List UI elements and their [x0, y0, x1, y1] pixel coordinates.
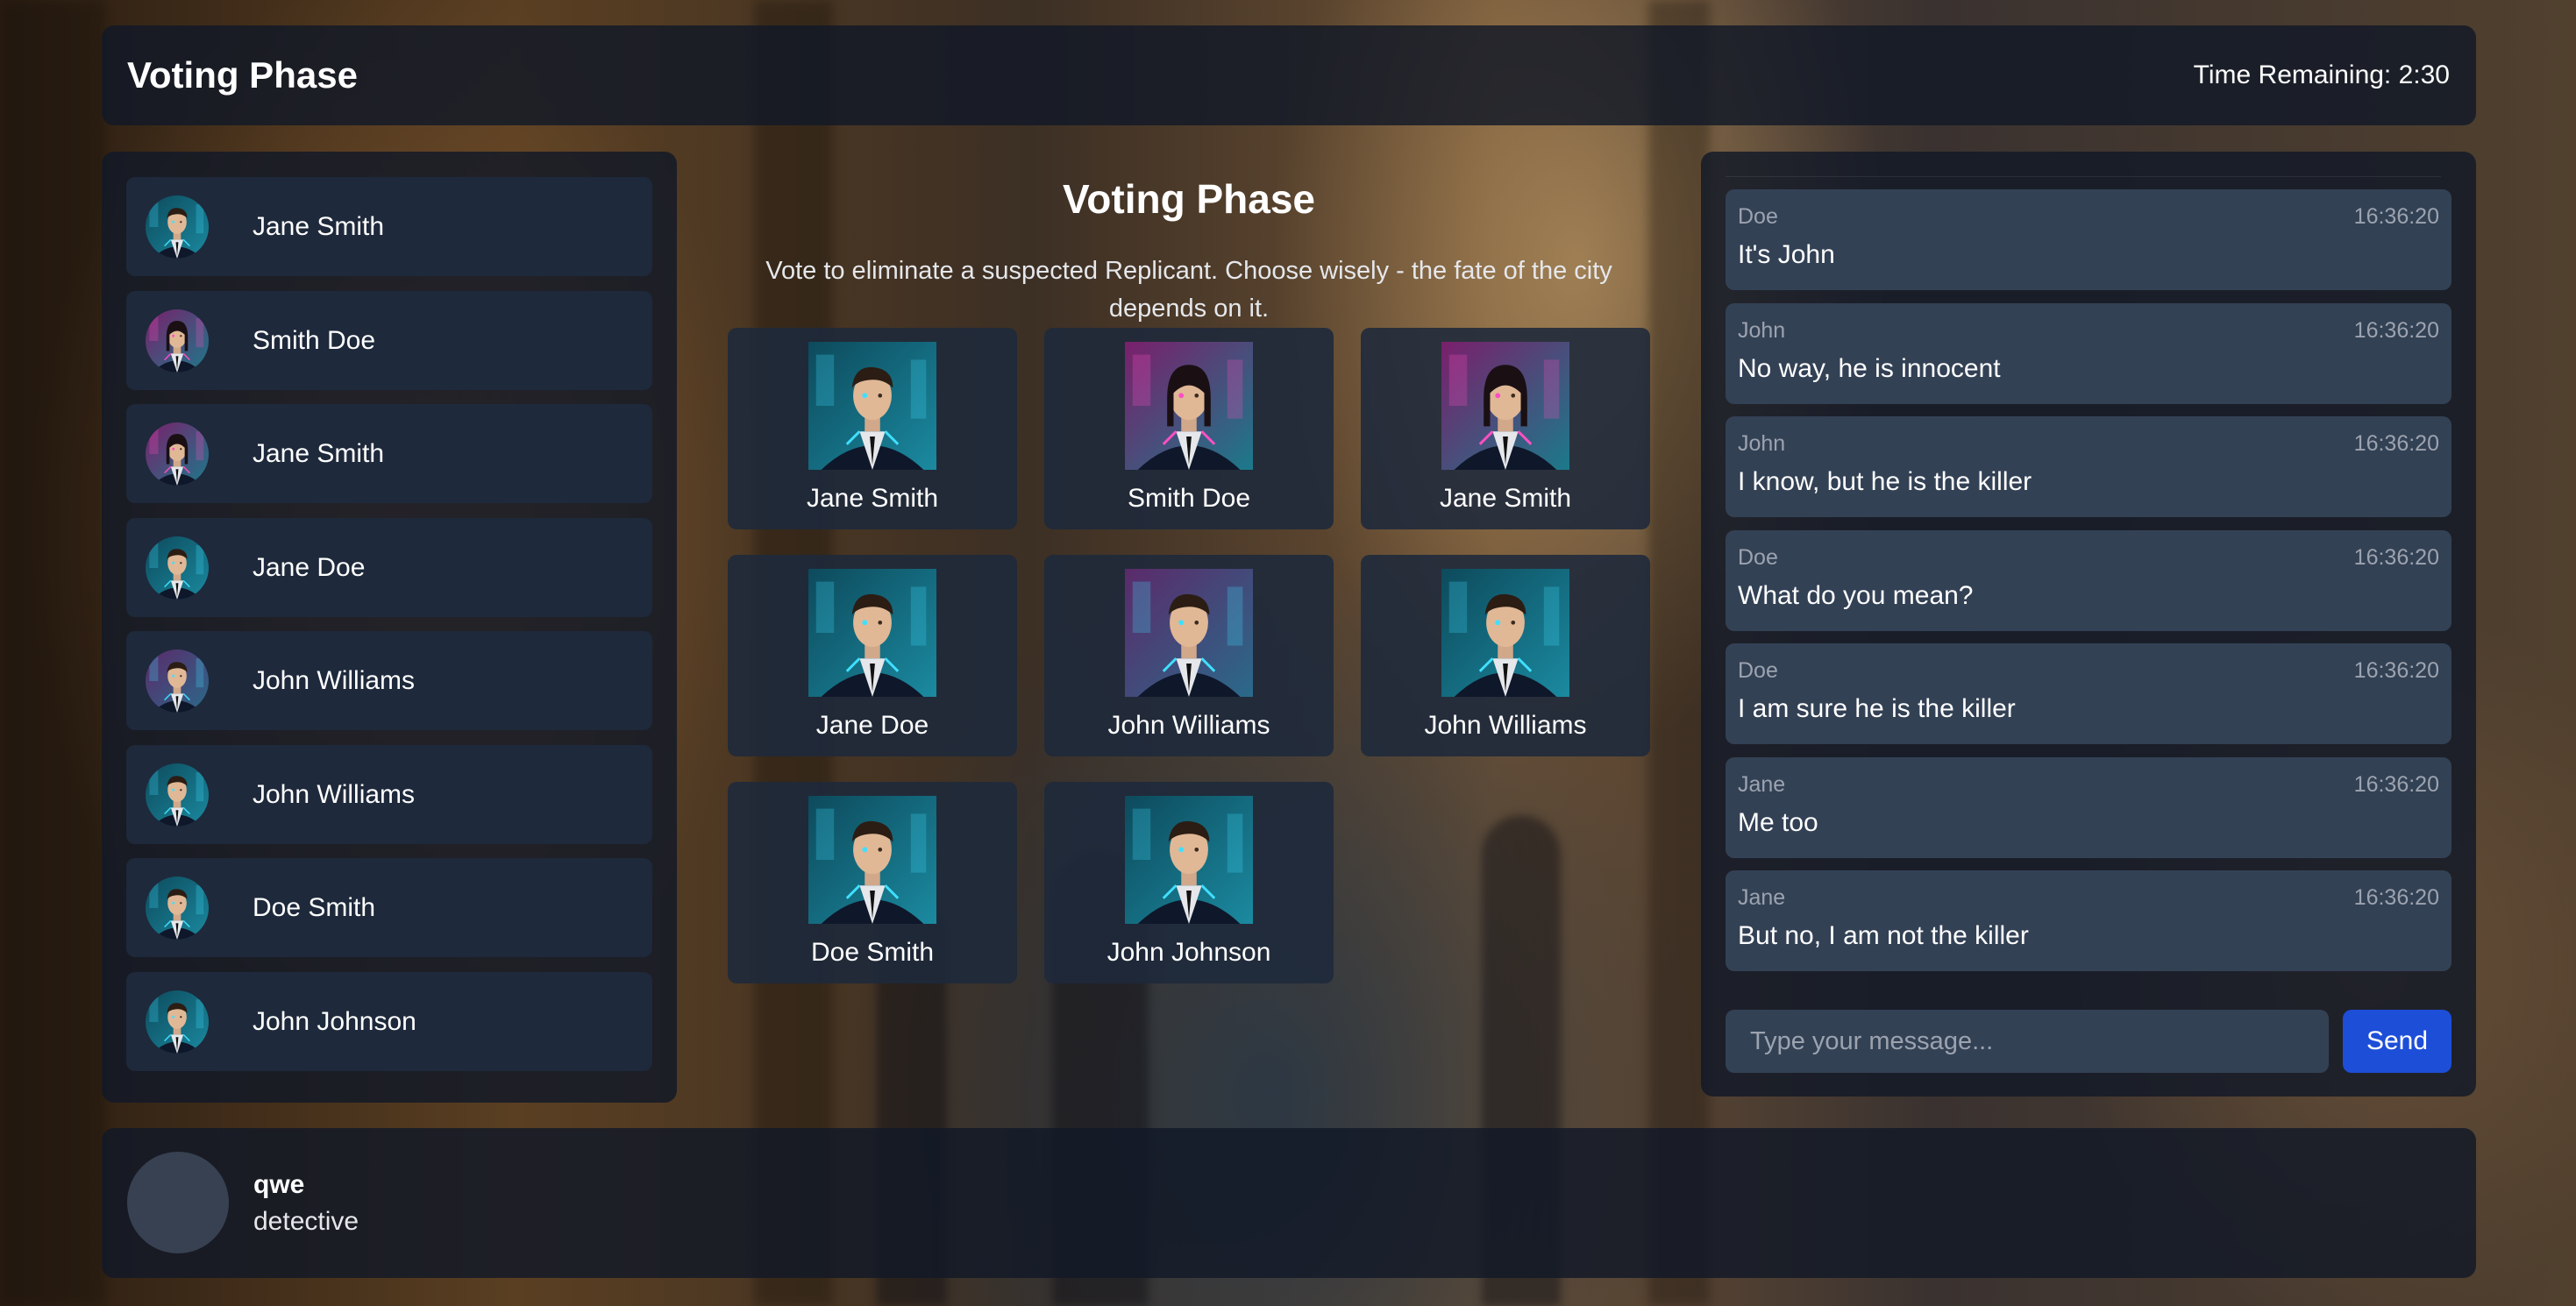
candidate-name: Doe Smith	[810, 938, 935, 967]
candidate-portrait	[808, 796, 936, 924]
player-name: John Johnson	[253, 1006, 416, 1036]
player-name: John Williams	[253, 779, 416, 809]
chat-message: John 16:36:20 No way, he is innocent	[1726, 302, 2451, 404]
chat-message-sender: Jane	[1738, 771, 1786, 797]
chat-message-text: It's John	[1738, 240, 1835, 269]
voting-description: Vote to eliminate a suspected Replicant.…	[765, 257, 1612, 323]
candidate-portrait	[808, 569, 936, 697]
chat-message: Jane 16:36:20 Me too	[1726, 756, 2451, 858]
chat-message: Doe 16:36:20 What do you mean?	[1726, 529, 2451, 631]
player-avatar	[146, 309, 209, 373]
chat-message-time: 16:36:20	[2353, 771, 2439, 797]
chat-message-text: Me too	[1738, 807, 1818, 837]
user-role: detective	[253, 1207, 359, 1236]
chat-divider	[1726, 176, 2441, 177]
player-list-item[interactable]: Jane Smith	[126, 177, 652, 276]
user-bar: qwe detective	[102, 1128, 2476, 1278]
chat-message-sender: Doe	[1738, 204, 1778, 229]
chat-message-text: I know, but he is the killer	[1738, 467, 2032, 496]
player-name: Jane Doe	[253, 552, 366, 582]
vote-candidate-card[interactable]: Smith Doe	[1044, 328, 1334, 529]
vote-candidate-card[interactable]: Jane Smith	[728, 328, 1017, 529]
player-name: Jane Smith	[253, 439, 385, 468]
candidate-portrait	[1441, 342, 1569, 470]
chat-message-time: 16:36:20	[2353, 431, 2439, 456]
player-avatar	[146, 763, 209, 827]
username: qwe	[253, 1170, 305, 1199]
chat-message-time: 16:36:20	[2353, 544, 2439, 570]
player-list-item[interactable]: John Williams	[126, 631, 652, 730]
player-avatar	[146, 422, 209, 486]
chat-message-sender: Doe	[1738, 658, 1778, 683]
candidate-name: Jane Doe	[815, 711, 929, 740]
background-pillar	[0, 0, 105, 1306]
player-list: Jane Smith Smith Doe Jane Smith Jane Doe Joh…	[102, 152, 677, 1103]
chat-message-input[interactable]	[1726, 1010, 2329, 1073]
chat-message-time: 16:36:20	[2353, 317, 2439, 343]
chat-message: Jane 16:36:20 But no, I am not the killer	[1726, 870, 2451, 971]
candidate-name: Jane Smith	[1439, 484, 1572, 513]
candidate-name: John Johnson	[1107, 938, 1271, 967]
chat-message-text: I am sure he is the killer	[1738, 694, 2016, 723]
player-avatar	[146, 536, 209, 600]
chat-message-time: 16:36:20	[2353, 658, 2439, 683]
chat-message-text: What do you mean?	[1738, 580, 1974, 610]
chat-message: Doe 16:36:20 It's John	[1726, 189, 2451, 290]
candidate-name: John Williams	[1424, 711, 1587, 740]
player-list-item[interactable]: Doe Smith	[126, 858, 652, 957]
vote-candidate-card[interactable]: Jane Smith	[1361, 328, 1650, 529]
candidate-portrait	[808, 342, 936, 470]
chat-message: John 16:36:20 I know, but he is the killer	[1726, 416, 2451, 517]
candidate-portrait	[1441, 569, 1569, 697]
vote-candidate-card[interactable]: John Johnson	[1044, 782, 1334, 983]
player-avatar	[146, 195, 209, 259]
candidate-name: Smith Doe	[1127, 484, 1251, 513]
player-name: Smith Doe	[253, 325, 376, 355]
chat-message-text: But no, I am not the killer	[1738, 921, 2029, 950]
send-button[interactable]: Send	[2343, 1010, 2451, 1073]
candidate-portrait	[1125, 796, 1253, 924]
player-name: John Williams	[253, 666, 416, 695]
player-list-item[interactable]: Smith Doe	[126, 290, 652, 390]
player-name: Doe Smith	[253, 893, 376, 922]
page-title: Voting Phase	[127, 54, 358, 96]
candidate-portrait	[1125, 342, 1253, 470]
top-bar: Voting Phase Time Remaining: 2:30	[102, 25, 2476, 125]
candidate-portrait	[1125, 569, 1253, 697]
vote-candidate-card[interactable]: John Williams	[1361, 555, 1650, 756]
player-avatar	[146, 990, 209, 1054]
user-avatar	[127, 1152, 229, 1253]
chat-message-text: No way, he is innocent	[1738, 353, 2001, 383]
time-remaining: Time Remaining: 2:30	[2193, 60, 2450, 89]
candidate-name: Jane Smith	[806, 484, 939, 513]
player-list-item[interactable]: John Williams	[126, 744, 652, 844]
vote-candidate-card[interactable]: Doe Smith	[728, 782, 1017, 983]
chat-message-time: 16:36:20	[2353, 885, 2439, 910]
vote-candidate-card[interactable]: John Williams	[1044, 555, 1334, 756]
vote-candidate-card[interactable]: Jane Doe	[728, 555, 1017, 756]
player-avatar	[146, 877, 209, 940]
chat-panel: Send Doe 16:36:20 It's John John 16:36:20 No …	[1701, 152, 2476, 1097]
chat-message-time: 16:36:20	[2353, 204, 2439, 229]
player-list-item[interactable]: John Johnson	[126, 971, 652, 1071]
chat-message-sender: Doe	[1738, 544, 1778, 570]
player-list-item[interactable]: Jane Doe	[126, 517, 652, 617]
chat-message-sender: John	[1738, 317, 1786, 343]
voting-title: Voting Phase	[1063, 176, 1315, 222]
chat-message-sender: John	[1738, 431, 1786, 456]
chat-message-sender: Jane	[1738, 885, 1786, 910]
player-name: Jane Smith	[253, 212, 385, 241]
candidate-name: John Williams	[1107, 711, 1270, 740]
player-avatar	[146, 649, 209, 713]
chat-message: Doe 16:36:20 I am sure he is the killer	[1726, 643, 2451, 744]
player-list-item[interactable]: Jane Smith	[126, 404, 652, 503]
